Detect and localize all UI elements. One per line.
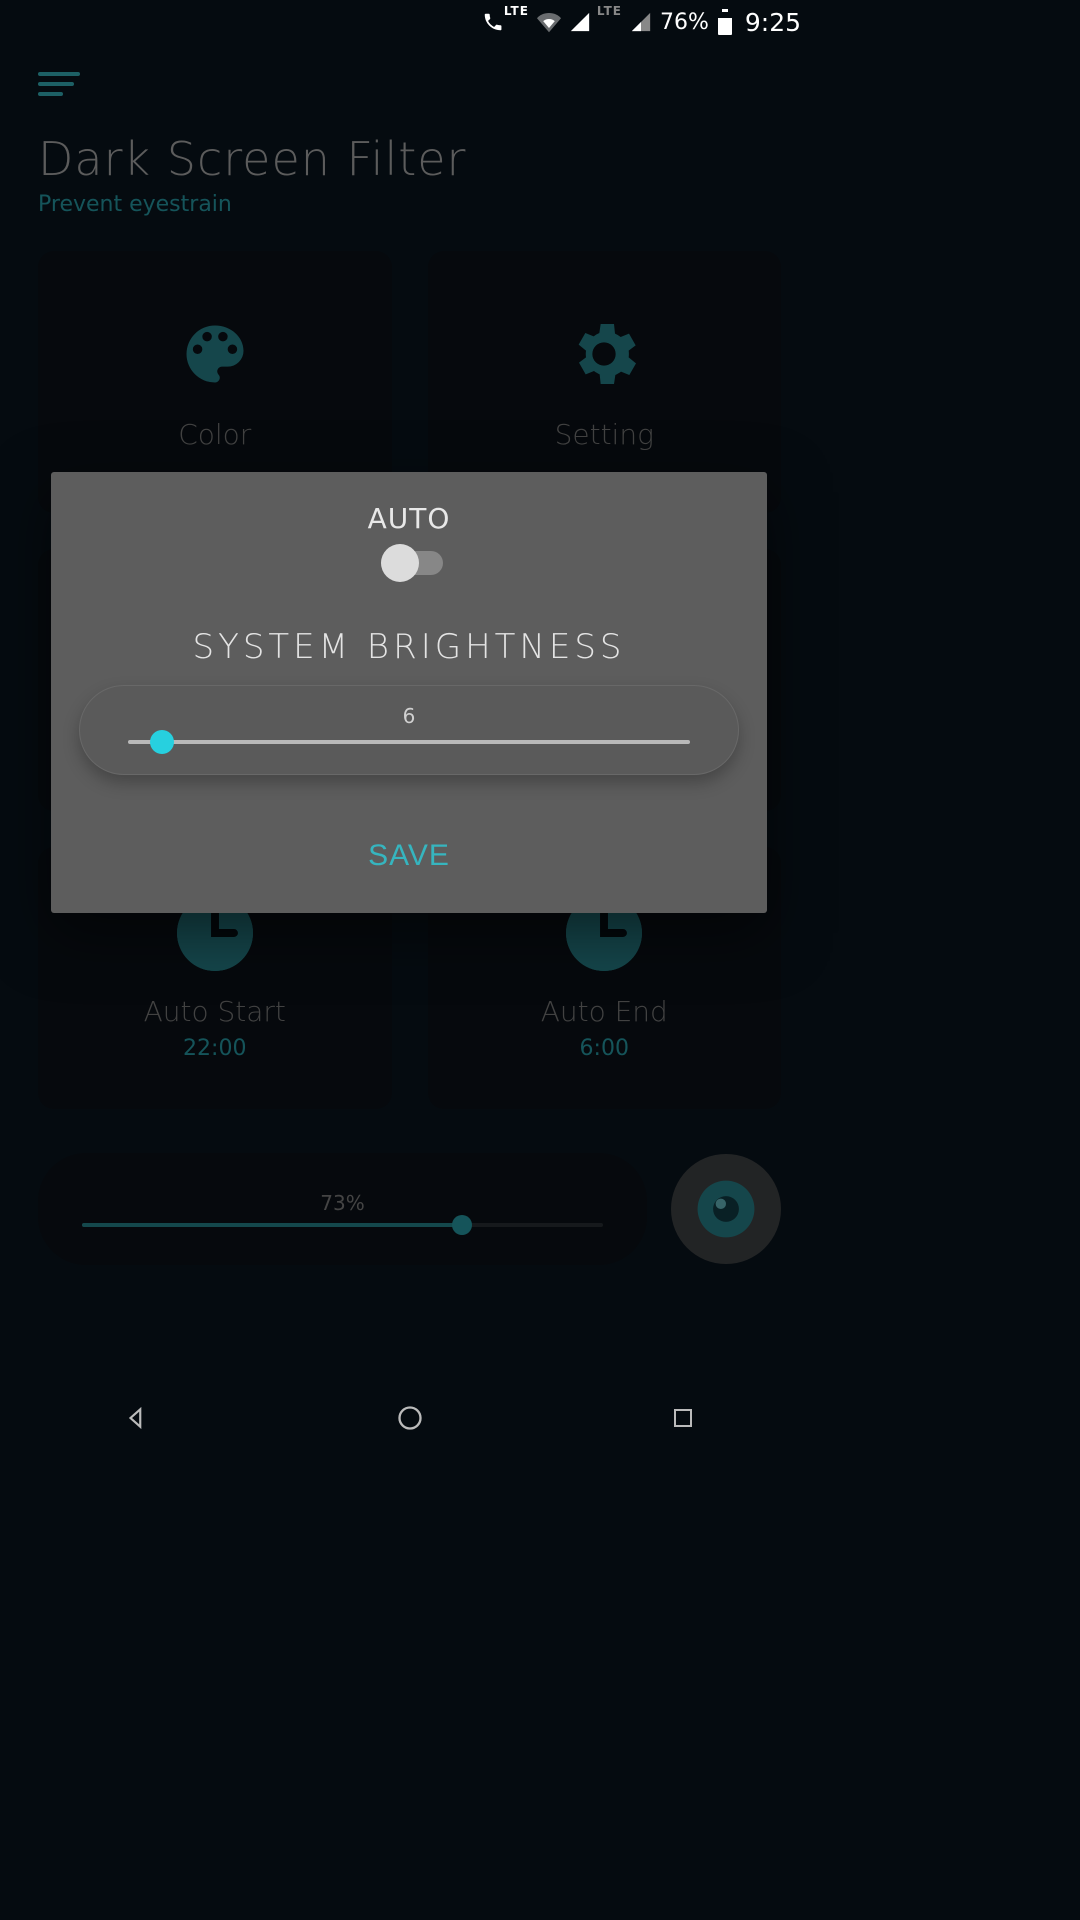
save-button[interactable]: SAVE [368, 839, 450, 873]
android-nav-bar [0, 1380, 819, 1456]
card-auto-start-label: Auto Start [144, 995, 286, 1028]
nav-back-button[interactable] [121, 1402, 153, 1434]
nav-home-button[interactable] [394, 1402, 426, 1434]
dialog-heading: SYSTEM BRIGHTNESS [192, 627, 625, 667]
eye-icon [695, 1178, 757, 1240]
battery-icon [717, 9, 733, 35]
card-auto-end-time: 6:00 [580, 1036, 629, 1061]
gear-icon [564, 314, 644, 394]
menu-icon[interactable] [38, 72, 80, 96]
page-subtitle: Prevent eyestrain [38, 192, 781, 217]
signal-1-icon [569, 11, 591, 33]
intensity-slider[interactable]: 73% [38, 1153, 647, 1265]
lte-label-2: LTE [597, 4, 622, 18]
card-auto-start-time: 22:00 [183, 1036, 246, 1061]
card-color-label: Color [178, 418, 251, 451]
page-title: Dark Screen Filter [38, 132, 781, 186]
signal-2-icon [630, 11, 652, 33]
brightness-slider[interactable]: 6 [79, 685, 739, 775]
card-auto-end-label: Auto End [541, 995, 668, 1028]
intensity-value: 73% [82, 1191, 603, 1215]
status-bar: LTE LTE 76% 9:25 [0, 0, 819, 44]
card-setting-label: Setting [555, 418, 654, 451]
eye-fab[interactable] [671, 1154, 781, 1264]
auto-label: AUTO [368, 502, 451, 535]
lte-label-1: LTE [504, 4, 529, 18]
wifi-icon [537, 10, 561, 34]
call-over-lte-icon [482, 11, 504, 33]
brightness-dialog: AUTO SYSTEM BRIGHTNESS 6 SAVE [51, 472, 767, 913]
brightness-value: 6 [128, 704, 690, 728]
bottom-controls: 73% [38, 1153, 781, 1265]
status-time: 9:25 [745, 8, 801, 37]
auto-toggle[interactable] [385, 551, 443, 575]
nav-recent-button[interactable] [667, 1402, 699, 1434]
toggle-knob [381, 544, 419, 582]
battery-percent: 76% [660, 10, 709, 35]
palette-icon [175, 314, 255, 394]
